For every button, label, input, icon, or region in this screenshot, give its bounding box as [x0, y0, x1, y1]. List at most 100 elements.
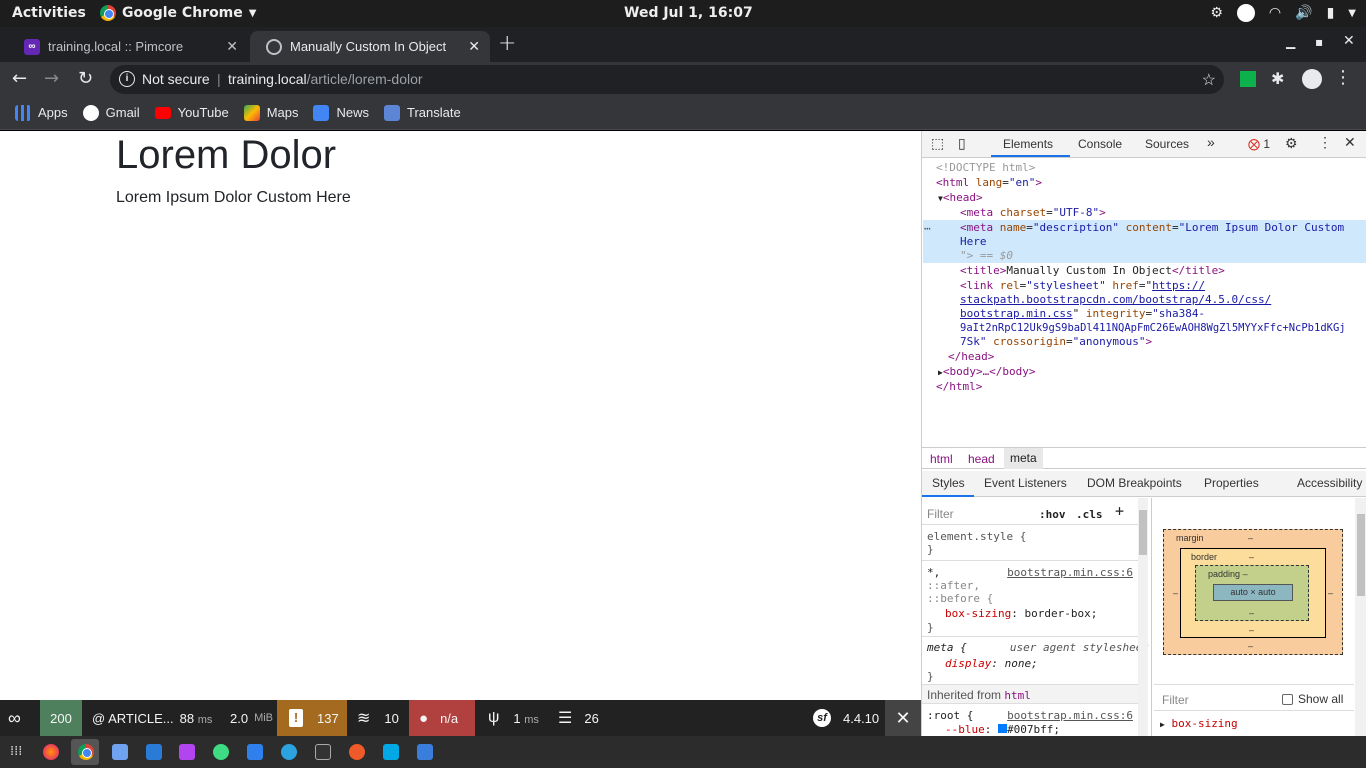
element-style-rule[interactable]: element.style {: [927, 530, 1026, 543]
battery-icon[interactable]: ▮: [1327, 5, 1335, 21]
status-code[interactable]: 200: [40, 700, 82, 736]
styles-filter-input[interactable]: Filter: [927, 508, 954, 521]
crumb-html[interactable]: html: [930, 452, 953, 466]
pimcore-logo-icon[interactable]: ∞: [0, 700, 40, 736]
computed-filter-input[interactable]: Filter: [1162, 693, 1189, 707]
rule-source-link[interactable]: bootstrap.min.css:6: [1007, 566, 1133, 579]
show-all-checkbox[interactable]: Show all: [1282, 692, 1343, 706]
close-tab-icon[interactable]: ✕: [468, 38, 480, 55]
minimize-button[interactable]: ▁: [1286, 35, 1295, 49]
dom-title[interactable]: <title>Manually Custom In Object</title>: [960, 264, 1225, 278]
volume-icon[interactable]: 🔊: [1295, 5, 1312, 21]
text-editor-icon[interactable]: [112, 744, 128, 760]
color-swatch[interactable]: [998, 724, 1007, 733]
memory-usage[interactable]: 2.0 MiB: [222, 700, 281, 736]
twig-panel[interactable]: ψ1 ms: [480, 700, 547, 736]
rule-source-link[interactable]: bootstrap.min.css:6: [1007, 709, 1133, 722]
terminal-icon[interactable]: [315, 744, 331, 760]
crumb-meta[interactable]: meta: [1004, 448, 1043, 469]
recording-icon[interactable]: [1236, 4, 1255, 22]
logs-panel[interactable]: ! 137: [277, 700, 347, 736]
box-content[interactable]: auto × auto: [1213, 584, 1293, 601]
filezilla-icon[interactable]: [247, 744, 263, 760]
cache-panel[interactable]: ≋ 10: [349, 700, 407, 736]
phpstorm-icon[interactable]: [179, 744, 195, 760]
bookmark-news[interactable]: News: [313, 104, 369, 121]
error-counter[interactable]: ⨂ 1: [1248, 137, 1270, 151]
subtab-accessibility[interactable]: Accessibility: [1297, 476, 1362, 490]
dom-meta-charset[interactable]: <meta charset="UTF-8">: [960, 206, 1106, 220]
info-icon[interactable]: i: [119, 71, 135, 87]
forward-button[interactable]: →: [44, 68, 59, 89]
hov-button[interactable]: :hov: [1039, 508, 1066, 521]
tab-sources[interactable]: Sources: [1145, 137, 1189, 151]
activities-button[interactable]: Activities: [12, 5, 86, 21]
bookmark-star-icon[interactable]: ☆: [1202, 70, 1216, 90]
reload-button[interactable]: ↻: [78, 68, 93, 89]
dom-link[interactable]: <link rel="stylesheet" href="https://: [960, 279, 1205, 293]
bookmark-maps[interactable]: Maps: [243, 104, 298, 121]
kebab-menu-icon[interactable]: ⋮: [1334, 67, 1352, 88]
dom-doctype[interactable]: <!DOCTYPE html>: [936, 161, 1035, 175]
close-tab-icon[interactable]: ✕: [226, 38, 238, 55]
symfony-version[interactable]: sf 4.4.10: [805, 700, 887, 736]
url-text[interactable]: training.local/article/lorem-dolor: [228, 71, 423, 87]
account-avatar-icon[interactable]: [1302, 69, 1322, 89]
computed-scrollbar[interactable]: [1355, 498, 1366, 736]
dom-head-close[interactable]: </head>: [948, 350, 994, 364]
security-label[interactable]: Not secure: [142, 71, 210, 87]
maximize-button[interactable]: ▪: [1315, 35, 1323, 49]
dom-meta-description[interactable]: <meta name="description" content="Lorem …: [960, 221, 1344, 235]
tab-elements[interactable]: Elements: [1003, 137, 1053, 151]
bookmark-youtube[interactable]: YouTube: [154, 105, 229, 120]
app-menu[interactable]: Google Chrome ▼: [100, 5, 256, 21]
device-toolbar-icon[interactable]: ▯: [958, 135, 966, 152]
teams-icon[interactable]: [417, 744, 433, 760]
back-button[interactable]: ←: [12, 68, 27, 89]
dom-body[interactable]: ▶<body>…</body>: [938, 365, 1036, 380]
bookmark-apps[interactable]: Apps: [15, 104, 68, 121]
subtab-dom-breakpoints[interactable]: DOM Breakpoints: [1087, 476, 1182, 490]
scrollbar-thumb[interactable]: [1139, 510, 1147, 555]
android-studio-icon[interactable]: [213, 744, 229, 760]
dom-head[interactable]: ▼<head>: [938, 191, 983, 206]
close-window-button[interactable]: ✕: [1343, 33, 1355, 49]
box-border[interactable]: border – – padding – – auto × auto: [1180, 548, 1326, 638]
extensions-puzzle-icon[interactable]: ✱: [1271, 69, 1284, 88]
close-toolbar-icon[interactable]: ✕: [885, 700, 921, 736]
computed-property[interactable]: ▶ box-sizing: [1160, 717, 1238, 730]
address-bar[interactable]: i Not secure | training.local/article/lo…: [110, 65, 1224, 94]
devtools-menu-icon[interactable]: ⋮: [1318, 134, 1332, 151]
telegram-icon[interactable]: [281, 744, 297, 760]
firefox-icon[interactable]: [43, 744, 59, 760]
extension-green-icon[interactable]: [1240, 71, 1256, 87]
input-method-icon[interactable]: ⚙: [1210, 5, 1223, 21]
dom-html-close[interactable]: </html>: [936, 380, 982, 394]
box-margin[interactable]: margin – – – – border – – padding – – au…: [1163, 529, 1343, 655]
subtab-styles[interactable]: Styles: [932, 476, 965, 490]
settings-gear-icon[interactable]: ⚙: [1285, 135, 1298, 152]
security-panel[interactable]: ● n/a: [409, 700, 475, 736]
more-tabs-button[interactable]: »: [1207, 134, 1215, 150]
dom-html[interactable]: <html lang="en">: [936, 176, 1042, 190]
new-rule-button[interactable]: +: [1115, 504, 1124, 519]
wifi-icon[interactable]: ◠: [1269, 5, 1281, 21]
box-padding[interactable]: padding – – auto × auto: [1195, 565, 1309, 621]
tab-pimcore[interactable]: ∞ training.local :: Pimcore ✕: [8, 31, 248, 62]
new-tab-button[interactable]: +: [498, 31, 516, 56]
cls-button[interactable]: .cls: [1076, 508, 1103, 521]
document-icon[interactable]: [146, 744, 162, 760]
href-link[interactable]: https://: [1152, 279, 1205, 292]
node-actions-icon[interactable]: ⋯: [924, 222, 931, 236]
css-declaration[interactable]: --blue: #007bff;: [945, 723, 1060, 736]
clock[interactable]: Wed Jul 1, 16:07: [624, 5, 753, 21]
css-declaration[interactable]: box-sizing: border-box;: [945, 607, 1097, 620]
scrollbar-thumb[interactable]: [1357, 514, 1365, 596]
close-devtools-icon[interactable]: ✕: [1344, 134, 1356, 151]
database-panel[interactable]: ☰ 26: [550, 700, 607, 736]
system-tray[interactable]: ⚙ ◠ 🔊 ▮ ▼: [1210, 4, 1356, 22]
css-declaration[interactable]: display: none;: [945, 657, 1038, 670]
tab-active[interactable]: Manually Custom In Object ✕: [250, 31, 490, 62]
request-info[interactable]: @ ARTICLE... 88 ms: [84, 700, 220, 736]
href-link[interactable]: stackpath.bootstrapcdn.com/bootstrap/4.5…: [960, 293, 1271, 307]
